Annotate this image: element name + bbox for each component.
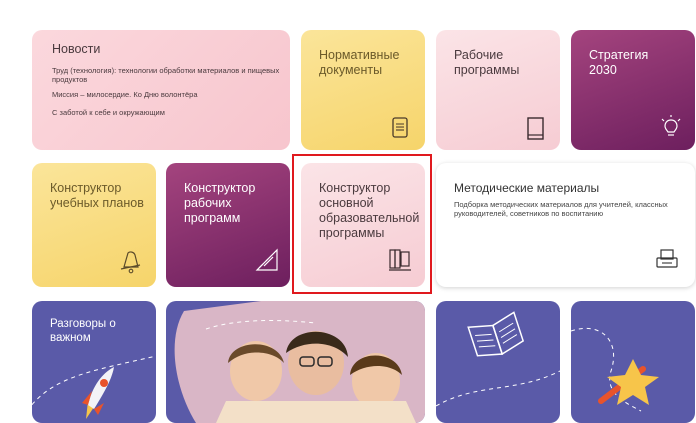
document-icon	[392, 117, 408, 138]
methodical-materials-tile[interactable]: Методические материалы Подборка методиче…	[436, 163, 695, 287]
work-programs-label: Рабочие программы	[454, 48, 520, 77]
curriculum-builder-tile[interactable]: Конструктор учебных планов	[32, 163, 156, 287]
open-book-tile[interactable]	[436, 301, 560, 423]
work-program-builder-tile[interactable]: Конструктор рабочих программ	[166, 163, 290, 287]
printer-icon	[656, 249, 678, 268]
strategy-2030-tile[interactable]: Стратегия 2030	[571, 30, 695, 150]
bell-icon	[120, 251, 141, 274]
rocket-icon	[82, 367, 114, 419]
strategy-2030-label: Стратегия 2030	[589, 48, 649, 77]
important-talks-tile[interactable]: Разговоры о важном	[32, 301, 156, 423]
children-illustration-tile[interactable]	[166, 301, 425, 423]
news-title: Новости	[52, 42, 101, 56]
children-photo-illustration	[174, 301, 425, 423]
lightbulb-icon	[661, 115, 681, 136]
methodical-materials-title: Методические материалы	[454, 181, 600, 195]
methodical-materials-description: Подборка методических материалов для учи…	[454, 200, 668, 218]
book-icon	[527, 117, 544, 140]
selection-highlight	[292, 154, 432, 294]
star-tile[interactable]	[571, 301, 695, 423]
work-program-builder-label: Конструктор рабочих программ	[184, 181, 256, 225]
news-tile[interactable]: Новости Труд (технология): технологии об…	[32, 30, 290, 150]
ruler-pencil-icon	[255, 248, 278, 271]
news-item-2[interactable]: Миссия – милосердие. Ко Дню волонтёра	[52, 90, 282, 99]
news-item-1[interactable]: Труд (технология): технологии обработки …	[52, 66, 282, 84]
open-book-icon	[436, 311, 560, 407]
curriculum-builder-label: Конструктор учебных планов	[50, 181, 144, 210]
star-icon	[571, 327, 659, 412]
work-programs-tile[interactable]: Рабочие программы	[436, 30, 560, 150]
normative-documents-label: Нормативные документы	[319, 48, 400, 77]
normative-documents-tile[interactable]: Нормативные документы	[301, 30, 425, 150]
news-item-3[interactable]: С заботой к себе и окружающим	[52, 108, 282, 117]
